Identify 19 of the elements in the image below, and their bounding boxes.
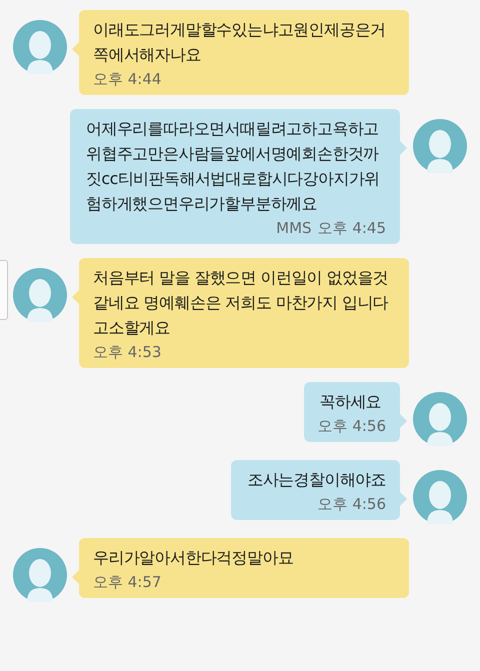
message-time: 오후 4:56	[318, 495, 386, 514]
message-text: 이래도그러게말할수있는냐고원인제공은거쪽에서해자나요	[93, 19, 387, 66]
avatar-icon	[13, 268, 67, 322]
message-time: 오후 4:44	[93, 70, 162, 89]
message-text: 꼭하세요	[318, 391, 382, 413]
avatar-icon	[413, 470, 467, 524]
message-text: 조사는경찰이해야죠	[246, 469, 386, 491]
message-text: 우리가알아서한다걱정말아묘	[93, 547, 294, 569]
message-text: 처음부터 말을 잘했으면 이런일이 없었을것 같네요 명예훼손은 저희도 마찬가지 입니다 고소할게요	[93, 267, 390, 339]
message-text: 어제우리를따라오면서때릴려고하고욕하고위협주고만은사람들앞에서명예회손한것까짓cc티비판독해서법대로합시다강아지가위험하게했으면우리가할부분하께요	[85, 118, 381, 215]
message-time: 오후 4:57	[93, 573, 162, 592]
message-time: 오후 4:45	[318, 219, 386, 238]
message-type-label: MMS	[276, 219, 312, 238]
avatar-icon	[13, 20, 67, 74]
avatar-icon	[413, 392, 467, 446]
avatar-icon	[13, 548, 67, 602]
message-time: 오후 4:56	[318, 417, 386, 436]
message-time: 오후 4:53	[93, 343, 162, 362]
avatar-icon	[413, 119, 467, 173]
